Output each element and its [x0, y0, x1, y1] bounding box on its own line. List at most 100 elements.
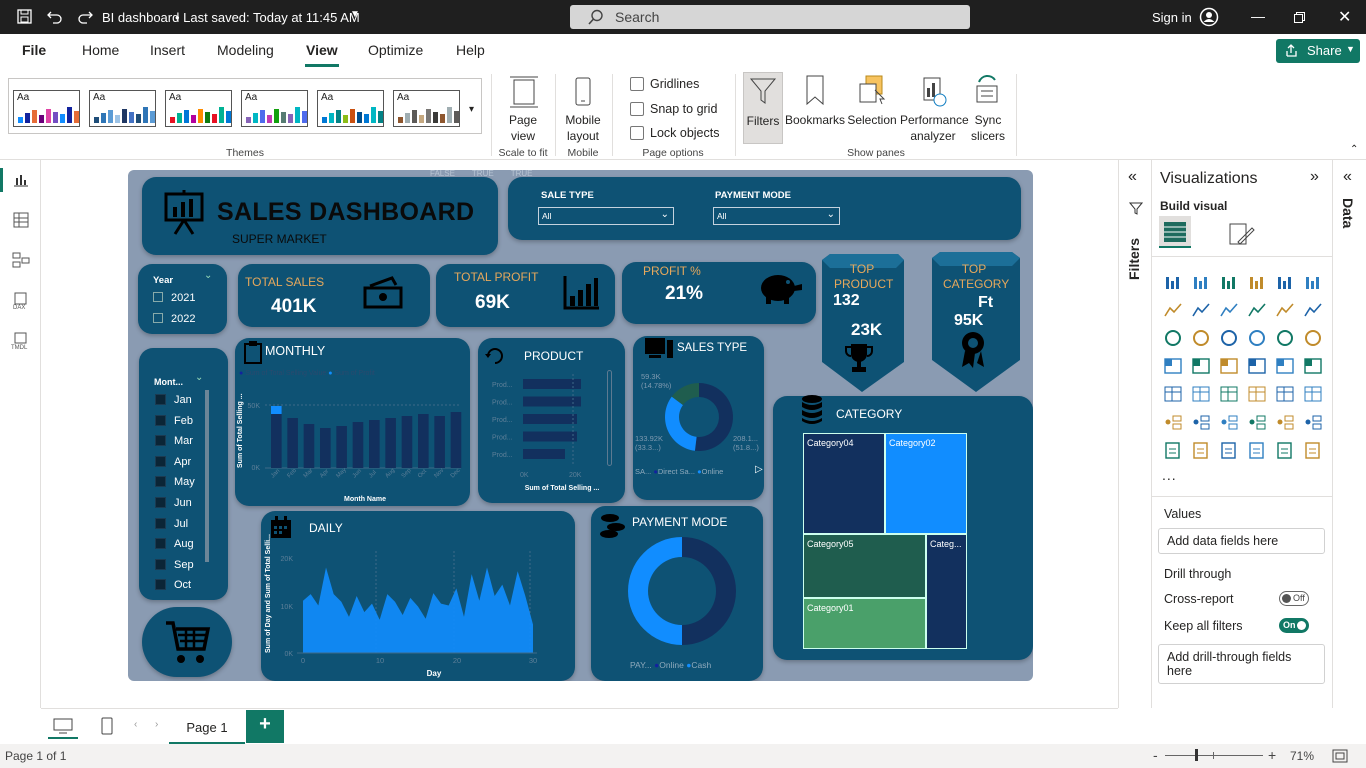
- monthly-bar[interactable]: [450, 412, 462, 468]
- sign-in-link[interactable]: Sign in: [1152, 10, 1192, 25]
- line-icon[interactable]: [1163, 301, 1183, 319]
- month-option[interactable]: Oct: [155, 579, 191, 591]
- multi-row-card-icon[interactable]: [1163, 385, 1183, 403]
- stacked-area-icon[interactable]: [1219, 301, 1239, 319]
- maximize-button[interactable]: [1294, 12, 1305, 23]
- payment-mode-dropdown[interactable]: All ⌄: [713, 207, 840, 225]
- product-bar[interactable]: [523, 449, 565, 459]
- donut-slice[interactable]: [694, 383, 733, 451]
- snap-to-grid-checkbox[interactable]: Snap to grid: [630, 102, 717, 116]
- month-option[interactable]: Jun: [155, 497, 192, 509]
- more-visuals-icon[interactable]: ...: [1162, 467, 1177, 483]
- search-box[interactable]: Search: [570, 5, 970, 29]
- filled-map-icon[interactable]: [1219, 357, 1239, 375]
- zoom-out-button[interactable]: -: [1153, 747, 1158, 763]
- add-data-fields-well[interactable]: Add data fields here: [1158, 528, 1325, 554]
- monthly-bar[interactable]: [434, 416, 445, 468]
- sale-type-dropdown[interactable]: All ⌄: [538, 207, 674, 225]
- data-pane-collapsed[interactable]: « Data: [1332, 160, 1366, 708]
- more-icon[interactable]: [1303, 441, 1323, 459]
- python-icon[interactable]: [1163, 413, 1183, 431]
- ribbon-icon[interactable]: [1247, 301, 1267, 319]
- month-option[interactable]: Jul: [155, 517, 188, 530]
- chevron-down-icon[interactable]: ⌄: [204, 270, 212, 281]
- gauge-icon[interactable]: [1275, 357, 1295, 375]
- monthly-bar[interactable]: [303, 424, 315, 468]
- treemap-icon[interactable]: [1163, 357, 1183, 375]
- model-view-icon[interactable]: [12, 252, 30, 268]
- monthly-bar[interactable]: [287, 418, 298, 468]
- expand-data-icon[interactable]: «: [1343, 168, 1352, 186]
- monthly-bar[interactable]: [369, 420, 380, 468]
- theme-swatch[interactable]: Aa: [241, 90, 308, 127]
- monthly-bar[interactable]: [320, 428, 331, 468]
- 100-column-icon[interactable]: [1303, 273, 1323, 291]
- dax-query-icon[interactable]: DAX: [12, 292, 30, 310]
- donut-icon[interactable]: [1303, 329, 1323, 347]
- product-scrollbar[interactable]: [607, 370, 612, 466]
- tmdl-view-icon[interactable]: TMDL: [10, 332, 32, 350]
- donut-slice[interactable]: [665, 396, 697, 451]
- collapse-ribbon-icon[interactable]: ⌃: [1350, 144, 1358, 155]
- month-option[interactable]: Feb: [155, 414, 193, 427]
- treemap-tile-category01[interactable]: Category01: [803, 598, 926, 649]
- collapse-visualizations-icon[interactable]: »: [1310, 168, 1319, 186]
- month-option[interactable]: Jan: [155, 394, 192, 406]
- metrics-icon[interactable]: [1191, 441, 1211, 459]
- monthly-bar[interactable]: [385, 418, 396, 468]
- save-icon[interactable]: [17, 9, 32, 24]
- build-visual-tab[interactable]: [1159, 216, 1191, 248]
- scatter-funnel-icon[interactable]: [1219, 329, 1239, 347]
- qa-icon[interactable]: [1247, 413, 1267, 431]
- treemap-tile-category02[interactable]: Category02: [885, 433, 967, 534]
- monthly-bar[interactable]: [271, 406, 282, 468]
- undo-icon[interactable]: [47, 9, 63, 24]
- decomposition-tree-icon[interactable]: [1219, 413, 1239, 431]
- product-bar[interactable]: [523, 431, 577, 442]
- keep-all-filters-toggle[interactable]: On: [1279, 618, 1309, 633]
- r-visual-icon[interactable]: [1303, 385, 1323, 403]
- close-button[interactable]: ✕: [1338, 7, 1351, 27]
- smart-narrative-icon[interactable]: [1275, 413, 1295, 431]
- clustered-bar-icon[interactable]: [1219, 273, 1239, 291]
- cart-button[interactable]: [142, 607, 232, 677]
- product-bar[interactable]: [523, 396, 581, 407]
- month-option[interactable]: Apr: [155, 455, 191, 468]
- payment-mode-donut-chart[interactable]: [591, 506, 763, 681]
- stacked-bar-icon[interactable]: [1163, 273, 1183, 291]
- sync-slicers-button[interactable]: Sync slicers: [967, 72, 1009, 144]
- theme-swatch[interactable]: Aa: [393, 90, 460, 127]
- year-option[interactable]: 2022: [153, 313, 195, 325]
- goals-icon[interactable]: [1303, 413, 1323, 431]
- azure-map-icon[interactable]: [1247, 357, 1267, 375]
- report-view-icon[interactable]: [13, 173, 29, 187]
- menu-optimize[interactable]: Optimize: [368, 42, 423, 58]
- expand-filters-icon[interactable]: «: [1128, 168, 1137, 186]
- month-option[interactable]: Mar: [155, 435, 193, 447]
- page-view-button[interactable]: Page view: [500, 76, 546, 144]
- filters-pane-collapsed[interactable]: « Filters: [1118, 160, 1151, 708]
- daily-area[interactable]: [303, 567, 533, 654]
- power-automate-icon[interactable]: [1247, 441, 1267, 459]
- month-option[interactable]: May: [155, 476, 195, 488]
- menu-view[interactable]: View: [306, 42, 338, 58]
- title-dropdown-icon[interactable]: ▼: [350, 9, 360, 20]
- power-apps-icon[interactable]: [1219, 441, 1239, 459]
- theme-swatch[interactable]: Aa: [165, 90, 232, 127]
- area-icon[interactable]: [1191, 301, 1211, 319]
- slicer-icon[interactable]: [1219, 385, 1239, 403]
- zoom-slider-thumb[interactable]: [1195, 749, 1198, 761]
- treemap-tile-category03[interactable]: Categ...: [926, 534, 967, 649]
- monthly-bar[interactable]: [418, 414, 429, 468]
- monthly-bar-chart[interactable]: Jan Feb Mar Apr May Jun Jul Aug Sep Oct Nov Dec 50K 0…: [235, 338, 470, 506]
- legend-next-icon[interactable]: ▷: [755, 464, 763, 475]
- add-page-button[interactable]: +: [246, 710, 284, 743]
- paginated-icon[interactable]: [1163, 441, 1183, 459]
- donut-slice[interactable]: [682, 537, 736, 645]
- donut-slice[interactable]: [628, 537, 682, 645]
- menu-insert[interactable]: Insert: [150, 42, 185, 58]
- cross-report-toggle[interactable]: Off: [1279, 591, 1309, 606]
- format-visual-icon[interactable]: [1226, 220, 1256, 248]
- scroll-right-icon[interactable]: ›: [155, 719, 158, 730]
- month-option[interactable]: Sep: [155, 558, 194, 571]
